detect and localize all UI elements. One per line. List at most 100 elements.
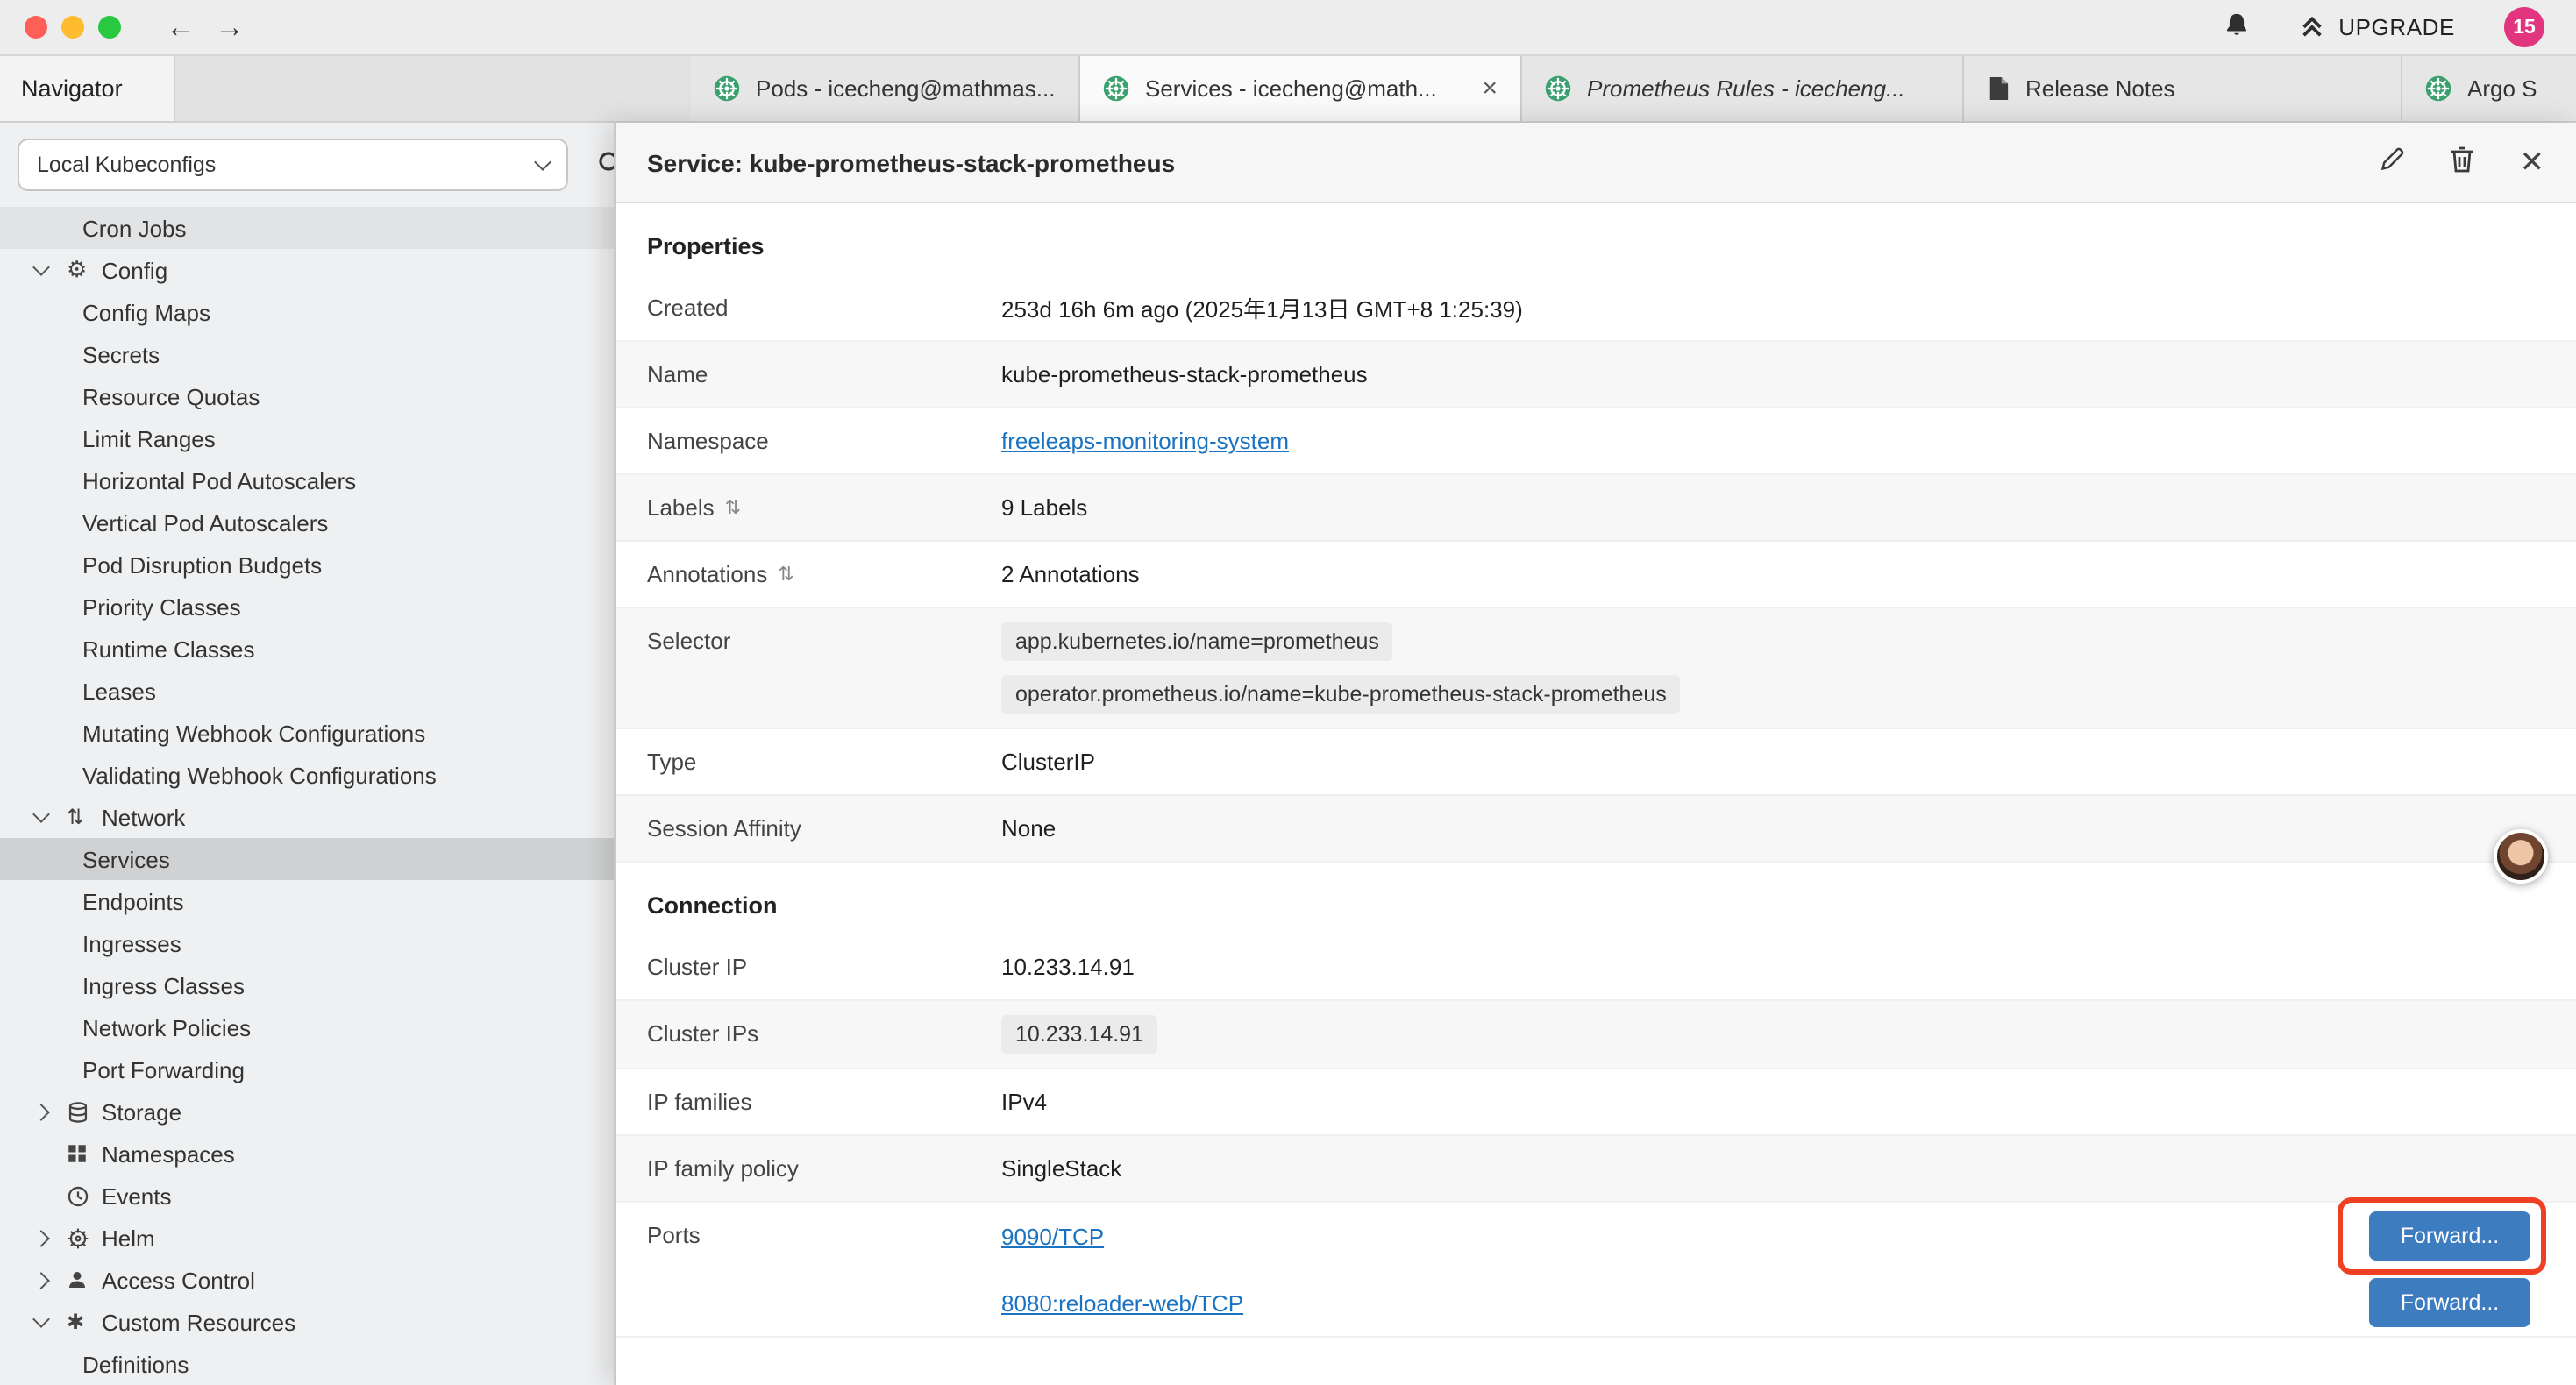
forward-icon[interactable]: → [205, 12, 254, 42]
sidebar-item-priority-classes[interactable]: Priority Classes [0, 586, 689, 628]
detail-row-selector: Selectorapp.kubernetes.io/name=prometheu… [616, 608, 2576, 729]
app-window: ← → UPGRADE 15 Navigator Pods - icecheng… [0, 0, 2576, 1385]
notification-badge[interactable]: 15 [2504, 7, 2544, 47]
sidebar-item-secrets[interactable]: Secrets [0, 333, 689, 375]
detail-label: Session Affinity [647, 815, 1001, 842]
detail-label: Cluster IPs [647, 1020, 1001, 1047]
tab-prometheus-rules-icecheng[interactable]: Prometheus Rules - icecheng... [1522, 56, 1964, 121]
sidebar-item-events[interactable]: Events [0, 1175, 689, 1217]
detail-label: IP families [647, 1089, 1001, 1115]
detail-label: Cluster IP [647, 954, 1001, 980]
sidebar-item-ingress-classes[interactable]: Ingress Classes [0, 964, 689, 1006]
detail-value: ClusterIP [1001, 749, 1095, 775]
cluster-icon [1545, 75, 1571, 102]
chevron-down-icon [32, 1310, 50, 1328]
asterisk-icon: ✱ [67, 1310, 102, 1334]
sidebar-item-config-maps[interactable]: Config Maps [0, 291, 689, 333]
sidebar-item-config[interactable]: ⚙Config [0, 249, 689, 291]
sidebar-item-namespaces[interactable]: Namespaces [0, 1133, 689, 1175]
sort-toggle-icon[interactable]: ⇅ [725, 496, 741, 519]
cluster-icon [2425, 75, 2451, 102]
sidebar-item-cron-jobs[interactable]: Cron Jobs [0, 207, 689, 249]
sidebar-item-limit-ranges[interactable]: Limit Ranges [0, 417, 689, 459]
sidebar-item-resource-quotas[interactable]: Resource Quotas [0, 375, 689, 417]
detail-row-name: Namekube-prometheus-stack-prometheus [616, 342, 2576, 408]
chevron-down-icon [32, 259, 50, 276]
sidebar-item-storage[interactable]: Storage [0, 1090, 689, 1133]
details-drawer: Service: kube-prometheus-stack-prometheu… [614, 123, 2576, 1385]
sidebar-item-port-forwarding[interactable]: Port Forwarding [0, 1048, 689, 1090]
detail-row-created: Created253d 16h 6m ago (2025年1月13日 GMT+8… [616, 275, 2576, 342]
close-icon[interactable]: ✕ [2520, 147, 2545, 177]
avatar[interactable] [2494, 829, 2548, 884]
section-title-properties: Properties [616, 203, 2576, 275]
detail-value: kube-prometheus-stack-prometheus [1001, 361, 1368, 387]
main-area: Local Kubeconfigs Cron Jobs⚙ConfigConfig… [0, 123, 2576, 1385]
sidebar-item-custom-resources[interactable]: ✱Custom Resources [0, 1301, 689, 1343]
detail-row-ports: Ports9090/TCPForward...8080:reloader-web… [616, 1203, 2576, 1338]
zoom-window-button[interactable] [98, 16, 121, 39]
namespaces-icon [67, 1143, 102, 1164]
back-icon[interactable]: ← [156, 12, 205, 42]
tab-pods-icecheng-mathmas[interactable]: Pods - icecheng@mathmas... [691, 56, 1080, 121]
detail-row-cluster-ip: Cluster IP10.233.14.91 [616, 934, 2576, 1001]
tab-release-notes[interactable]: Release Notes [1964, 56, 2402, 121]
bell-icon[interactable] [2223, 11, 2249, 44]
tab-services-icecheng-math[interactable]: Services - icecheng@math...× [1080, 56, 1522, 121]
detail-label: Annotations⇅ [647, 561, 1001, 587]
sidebar-item-network-policies[interactable]: Network Policies [0, 1006, 689, 1048]
titlebar-right: UPGRADE 15 [2223, 7, 2551, 47]
sidebar-item-vertical-pod-autoscalers[interactable]: Vertical Pod Autoscalers [0, 501, 689, 543]
sidebar-item-services[interactable]: Services [0, 838, 689, 880]
sidebar-item-horizontal-pod-autoscalers[interactable]: Horizontal Pod Autoscalers [0, 459, 689, 501]
navigator-tab[interactable]: Navigator [0, 56, 175, 121]
detail-value: SingleStack [1001, 1155, 1121, 1182]
port-link[interactable]: 8080:reloader-web/TCP [1001, 1289, 1243, 1316]
sidebar-item-access-control[interactable]: Access Control [0, 1259, 689, 1301]
person-icon [67, 1269, 102, 1290]
kubeconfig-select[interactable]: Local Kubeconfigs [18, 138, 568, 191]
value-badge: 10.233.14.91 [1001, 1015, 1157, 1054]
port-line: 9090/TCPForward... [1001, 1203, 2544, 1269]
sidebar-item-leases[interactable]: Leases [0, 670, 689, 712]
sidebar-item-ingresses[interactable]: Ingresses [0, 922, 689, 964]
clock-icon [67, 1184, 102, 1207]
minimize-window-button[interactable] [61, 16, 84, 39]
detail-row-ip-family-policy: IP family policySingleStack [616, 1136, 2576, 1203]
sidebar-item-runtime-classes[interactable]: Runtime Classes [0, 628, 689, 670]
tab-argo-s[interactable]: Argo S [2402, 56, 2576, 121]
detail-label: Type [647, 749, 1001, 775]
sidebar-item-validating-webhook-configurations[interactable]: Validating Webhook Configurations [0, 754, 689, 796]
sidebar-item-definitions[interactable]: Definitions [0, 1343, 689, 1385]
chevron-right-icon [32, 1103, 50, 1120]
detail-label: Selector [647, 628, 1001, 654]
detail-value: 10.233.14.91 [1001, 954, 1135, 980]
sidebar-item-network[interactable]: ⇅Network [0, 796, 689, 838]
tab-bar: Navigator Pods - icecheng@mathmas...Serv… [0, 56, 2576, 123]
close-window-button[interactable] [25, 16, 47, 39]
sidebar-toolbar: Local Kubeconfigs [0, 123, 689, 207]
navigator-zone: Navigator [0, 56, 691, 121]
detail-row-type: TypeClusterIP [616, 729, 2576, 796]
detail-value: 253d 16h 6m ago (2025年1月13日 GMT+8 1:25:3… [1001, 291, 1523, 324]
detail-label: Name [647, 361, 1001, 387]
sidebar-item-mutating-webhook-configurations[interactable]: Mutating Webhook Configurations [0, 712, 689, 754]
sidebar-item-pod-disruption-budgets[interactable]: Pod Disruption Budgets [0, 543, 689, 586]
helm-icon [67, 1226, 102, 1249]
sidebar-item-helm[interactable]: Helm [0, 1217, 689, 1259]
chevron-down-icon [534, 153, 551, 171]
titlebar: ← → UPGRADE 15 [0, 0, 2576, 56]
upgrade-button[interactable]: UPGRADE [2298, 11, 2455, 43]
drawer-body: PropertiesCreated253d 16h 6m ago (2025年1… [616, 203, 2576, 1385]
sort-toggle-icon[interactable]: ⇅ [778, 563, 793, 586]
detail-value: 9 Labels [1001, 494, 1087, 521]
detail-row-namespace: Namespacefreeleaps-monitoring-system [616, 408, 2576, 475]
edit-icon[interactable] [2380, 147, 2404, 177]
sidebar-item-endpoints[interactable]: Endpoints [0, 880, 689, 922]
close-tab-icon[interactable]: × [1482, 75, 1498, 102]
port-link[interactable]: 9090/TCP [1001, 1223, 1104, 1249]
detail-label: Labels⇅ [647, 494, 1001, 521]
namespace-link[interactable]: freeleaps-monitoring-system [1001, 428, 1289, 454]
forward-button[interactable]: Forward... [2369, 1278, 2530, 1327]
trash-icon[interactable] [2450, 146, 2474, 179]
